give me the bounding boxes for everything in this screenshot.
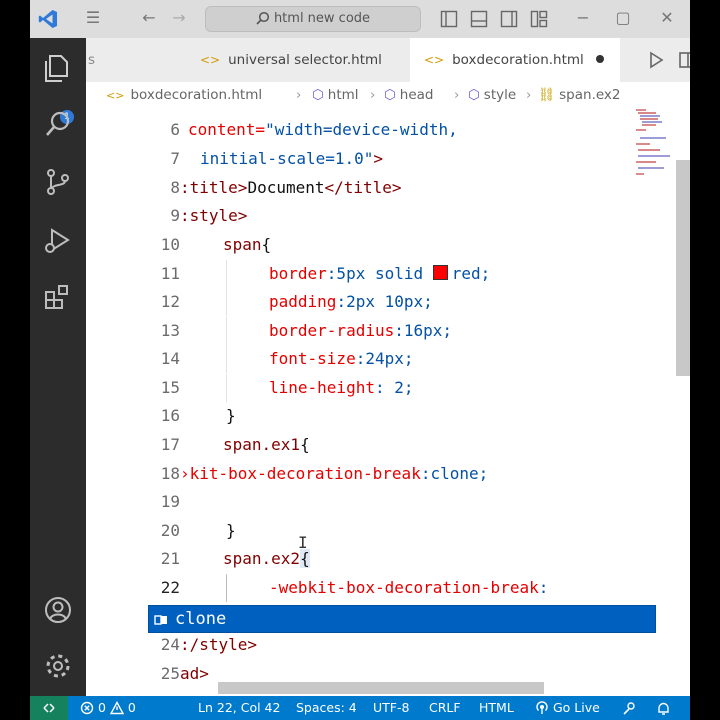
code-line: 9:style> xyxy=(170,206,248,225)
command-center-search[interactable]: html new code xyxy=(205,6,421,32)
editor-tabs: s <> universal selector.html <> boxdecorat… xyxy=(86,38,690,83)
search-icon xyxy=(256,11,269,25)
chevron-right-icon: › xyxy=(370,87,376,103)
code-line: 6 content="width=device-width, xyxy=(170,120,458,139)
warning-icon xyxy=(109,701,125,715)
code-line: 10 span{ xyxy=(160,235,272,254)
code-line: 17 span.ex1{ xyxy=(160,435,310,454)
code-line: 8:title>Document</title> xyxy=(170,178,402,197)
indentation[interactable]: Spaces: 4 xyxy=(296,696,357,720)
element-icon: ⬡ xyxy=(312,87,324,103)
html-file-icon: <> xyxy=(424,53,445,67)
minimap[interactable] xyxy=(630,108,680,188)
feedback-icon[interactable] xyxy=(622,701,637,716)
code-line: 16} xyxy=(160,406,236,425)
tab-label: universal selector.html xyxy=(228,52,382,68)
source-control-icon[interactable] xyxy=(42,166,74,198)
toggle-panel-icon[interactable] xyxy=(470,10,488,28)
go-live-button[interactable]: Go Live xyxy=(535,696,600,720)
toggle-sidebar-icon[interactable] xyxy=(440,10,458,28)
tab-universal-selector[interactable]: <> universal selector.html xyxy=(200,38,382,82)
code-line: 12 padding:2px 10px; xyxy=(86,288,690,316)
problems-indicator[interactable]: 0 0 xyxy=(80,696,136,720)
autocomplete-item[interactable]: clone xyxy=(175,606,226,632)
code-line: 19 xyxy=(160,492,180,511)
remote-indicator[interactable] xyxy=(30,696,68,720)
breadcrumb-head[interactable]: ⬡ head xyxy=(384,82,434,108)
code-line: 18 ›kit-box-decoration-break:clone; xyxy=(160,464,489,483)
breadcrumb-html[interactable]: ⬡ html xyxy=(312,82,359,108)
html-file-icon: <> xyxy=(200,53,221,67)
cursor-position[interactable]: Ln 22, Col 42 xyxy=(198,696,280,720)
search-view-icon[interactable] xyxy=(42,108,74,140)
tab-boxdecoration[interactable]: <> boxdecoration.html xyxy=(410,38,620,82)
unsaved-dot-icon[interactable] xyxy=(595,55,604,63)
code-line: 7 initial-scale=1.0"> xyxy=(170,149,384,168)
vscode-window: ☰ ← → html new code − ▢ ✕ 1 s <> universa… xyxy=(30,0,690,720)
element-icon: ⬡ xyxy=(468,87,480,103)
status-bar: 0 0 Ln 22, Col 42 Spaces: 4 UTF-8 CRLF H… xyxy=(30,696,690,720)
chevron-right-icon: › xyxy=(526,87,532,103)
back-arrow-icon[interactable]: ← xyxy=(138,8,160,28)
chevron-right-icon: › xyxy=(454,87,460,103)
text-cursor-icon: I xyxy=(298,533,308,552)
tab-partial[interactable]: s xyxy=(86,38,124,82)
activity-bar: 1 xyxy=(30,38,86,696)
account-icon[interactable] xyxy=(42,594,74,626)
language-mode[interactable]: HTML xyxy=(479,696,514,720)
run-icon[interactable] xyxy=(646,50,666,70)
remote-icon xyxy=(43,703,55,713)
element-icon: ⬡ xyxy=(384,87,396,103)
end-of-line[interactable]: CRLF xyxy=(429,696,461,720)
chevron-right-icon: › xyxy=(296,87,302,103)
toggle-secondary-sidebar-icon[interactable] xyxy=(500,10,518,28)
code-line: 14 font-size:24px; xyxy=(86,345,690,373)
maximize-icon[interactable]: ▢ xyxy=(612,8,634,28)
code-line: 21 span.ex2{ xyxy=(160,549,310,568)
tab-label: boxdecoration.html xyxy=(452,52,584,68)
run-and-debug-icon[interactable] xyxy=(42,224,74,256)
minimize-icon[interactable]: − xyxy=(572,8,594,28)
code-line: 20} xyxy=(160,521,236,540)
horizontal-scrollbar[interactable] xyxy=(218,682,544,694)
code-line: 13 border-radius:16px; xyxy=(86,317,690,345)
menu-icon[interactable]: ☰ xyxy=(82,8,104,28)
code-line: 24:/style> xyxy=(160,635,258,654)
html-file-icon: <> xyxy=(106,89,125,102)
breadcrumb-file[interactable]: <> boxdecoration.html xyxy=(106,82,262,109)
customize-layout-icon[interactable] xyxy=(530,10,548,28)
settings-gear-icon[interactable] xyxy=(42,650,74,682)
selector-icon: ⛓ xyxy=(538,87,556,103)
autocomplete-popup[interactable]: clone xyxy=(148,605,656,633)
close-window-icon[interactable]: ✕ xyxy=(656,8,678,28)
title-bar: ☰ ← → html new code − ▢ ✕ xyxy=(30,0,690,38)
error-icon xyxy=(80,701,94,715)
code-line: 11 border:5px solid red; xyxy=(86,260,690,288)
forward-arrow-icon[interactable]: → xyxy=(168,8,190,28)
value-icon xyxy=(154,615,167,625)
search-text: html new code xyxy=(273,11,371,26)
broadcast-icon xyxy=(536,701,548,714)
code-line: 22 -webkit-box-decoration-break: xyxy=(86,574,690,602)
code-line: 15 line-height: 2; xyxy=(86,374,690,402)
extensions-icon[interactable] xyxy=(42,282,74,314)
encoding[interactable]: UTF-8 xyxy=(373,696,409,720)
explorer-icon[interactable] xyxy=(42,52,74,84)
vertical-scrollbar[interactable] xyxy=(676,160,690,376)
breadcrumb-style[interactable]: ⬡ style xyxy=(468,82,516,108)
split-editor-icon[interactable] xyxy=(678,50,690,70)
color-swatch-red[interactable] xyxy=(432,265,448,280)
breadcrumb-span-ex2[interactable]: ⛓ span.ex2 xyxy=(538,82,621,108)
vscode-logo-icon xyxy=(38,10,57,28)
breadcrumb: <> boxdecoration.html › ⬡ html › ⬡ head › ⬡… xyxy=(86,82,690,108)
notifications-bell-icon[interactable] xyxy=(656,701,671,716)
